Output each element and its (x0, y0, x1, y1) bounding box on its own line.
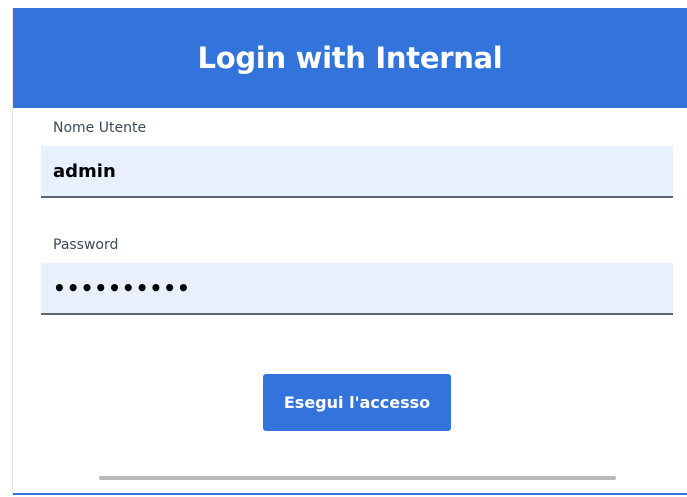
password-label: Password (53, 237, 119, 253)
bottom-divider (13, 493, 687, 495)
username-field-group: Nome Utente (41, 118, 673, 198)
username-input[interactable] (41, 146, 673, 198)
password-input[interactable] (41, 263, 673, 315)
password-field-group: Password (41, 235, 673, 315)
login-submit-button[interactable]: Esegui l'accesso (263, 374, 451, 431)
login-card: Login with Internal Nome Utente Password… (12, 8, 687, 495)
login-header: Login with Internal (13, 8, 687, 108)
login-title: Login with Internal (197, 41, 503, 75)
horizontal-scrollbar[interactable] (99, 476, 616, 480)
username-label: Nome Utente (53, 120, 147, 136)
